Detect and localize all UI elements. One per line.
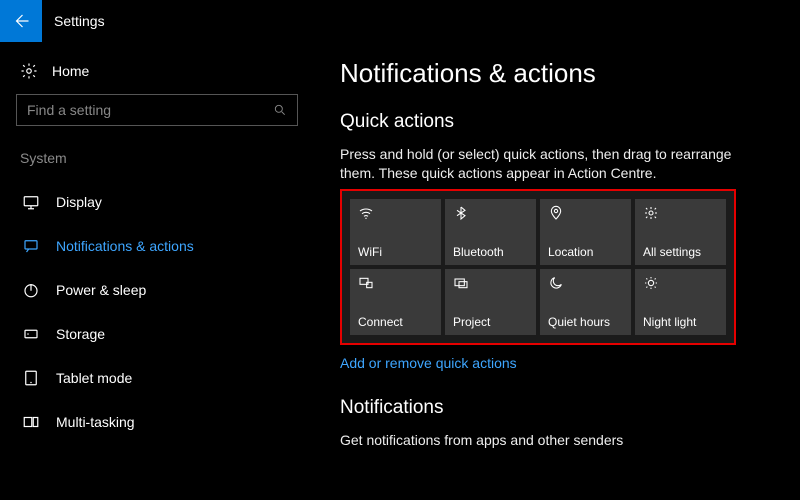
sidebar-item-tablet[interactable]: Tablet mode	[16, 356, 310, 400]
sidebar-item-power[interactable]: Power & sleep	[16, 268, 310, 312]
search-placeholder: Find a setting	[27, 102, 111, 118]
quick-action-quiet-hours[interactable]: Quiet hours	[540, 269, 631, 335]
add-remove-quick-actions-link[interactable]: Add or remove quick actions	[340, 355, 780, 371]
tile-label: Location	[548, 245, 623, 259]
window-title: Settings	[42, 13, 105, 29]
quick-action-night-light[interactable]: Night light	[635, 269, 726, 335]
home-label: Home	[52, 63, 89, 79]
quick-action-bluetooth[interactable]: Bluetooth	[445, 199, 536, 265]
quick-actions-grid: WiFi Bluetooth Location All settings Con…	[350, 199, 726, 335]
quick-actions-description: Press and hold (or select) quick actions…	[340, 145, 760, 183]
multitasking-icon	[22, 413, 40, 431]
quick-actions-highlight: WiFi Bluetooth Location All settings Con…	[340, 189, 736, 345]
page-title: Notifications & actions	[340, 58, 780, 89]
sidebar-item-label: Notifications & actions	[56, 238, 194, 254]
sun-icon	[643, 275, 659, 291]
gear-icon	[643, 205, 659, 221]
quick-action-wifi[interactable]: WiFi	[350, 199, 441, 265]
window-header: Settings	[0, 0, 800, 42]
tile-label: Quiet hours	[548, 315, 623, 329]
moon-icon	[548, 275, 564, 291]
content-area: Home Find a setting System Display Notif…	[0, 42, 800, 500]
sidebar-item-notifications[interactable]: Notifications & actions	[16, 224, 310, 268]
wifi-icon	[358, 205, 374, 221]
project-icon	[453, 275, 469, 291]
display-icon	[22, 193, 40, 211]
location-icon	[548, 205, 564, 221]
quick-action-project[interactable]: Project	[445, 269, 536, 335]
tile-label: Night light	[643, 315, 718, 329]
storage-icon	[22, 325, 40, 343]
back-button[interactable]	[0, 0, 42, 42]
sidebar: Home Find a setting System Display Notif…	[0, 42, 310, 500]
tile-label: All settings	[643, 245, 718, 259]
search-icon	[273, 103, 287, 117]
tile-label: Project	[453, 315, 528, 329]
quick-action-location[interactable]: Location	[540, 199, 631, 265]
sidebar-item-label: Tablet mode	[56, 370, 132, 386]
arrow-left-icon	[12, 12, 30, 30]
power-icon	[22, 281, 40, 299]
tile-label: Bluetooth	[453, 245, 528, 259]
sidebar-item-label: Display	[56, 194, 102, 210]
quick-action-connect[interactable]: Connect	[350, 269, 441, 335]
connect-icon	[358, 275, 374, 291]
gear-icon	[20, 62, 38, 80]
notifications-description: Get notifications from apps and other se…	[340, 431, 760, 450]
quick-action-all-settings[interactable]: All settings	[635, 199, 726, 265]
bluetooth-icon	[453, 205, 469, 221]
category-label: System	[16, 150, 310, 180]
sidebar-item-label: Multi-tasking	[56, 414, 135, 430]
search-input[interactable]: Find a setting	[16, 94, 298, 126]
home-button[interactable]: Home	[16, 56, 310, 94]
sidebar-item-display[interactable]: Display	[16, 180, 310, 224]
notifications-heading: Notifications	[340, 397, 780, 419]
sidebar-item-label: Storage	[56, 326, 105, 342]
tile-label: Connect	[358, 315, 433, 329]
notification-icon	[22, 237, 40, 255]
sidebar-item-storage[interactable]: Storage	[16, 312, 310, 356]
tile-label: WiFi	[358, 245, 433, 259]
quick-actions-heading: Quick actions	[340, 111, 780, 133]
sidebar-item-label: Power & sleep	[56, 282, 146, 298]
sidebar-item-multitasking[interactable]: Multi-tasking	[16, 400, 310, 444]
tablet-icon	[22, 369, 40, 387]
main-panel: Notifications & actions Quick actions Pr…	[310, 42, 800, 500]
